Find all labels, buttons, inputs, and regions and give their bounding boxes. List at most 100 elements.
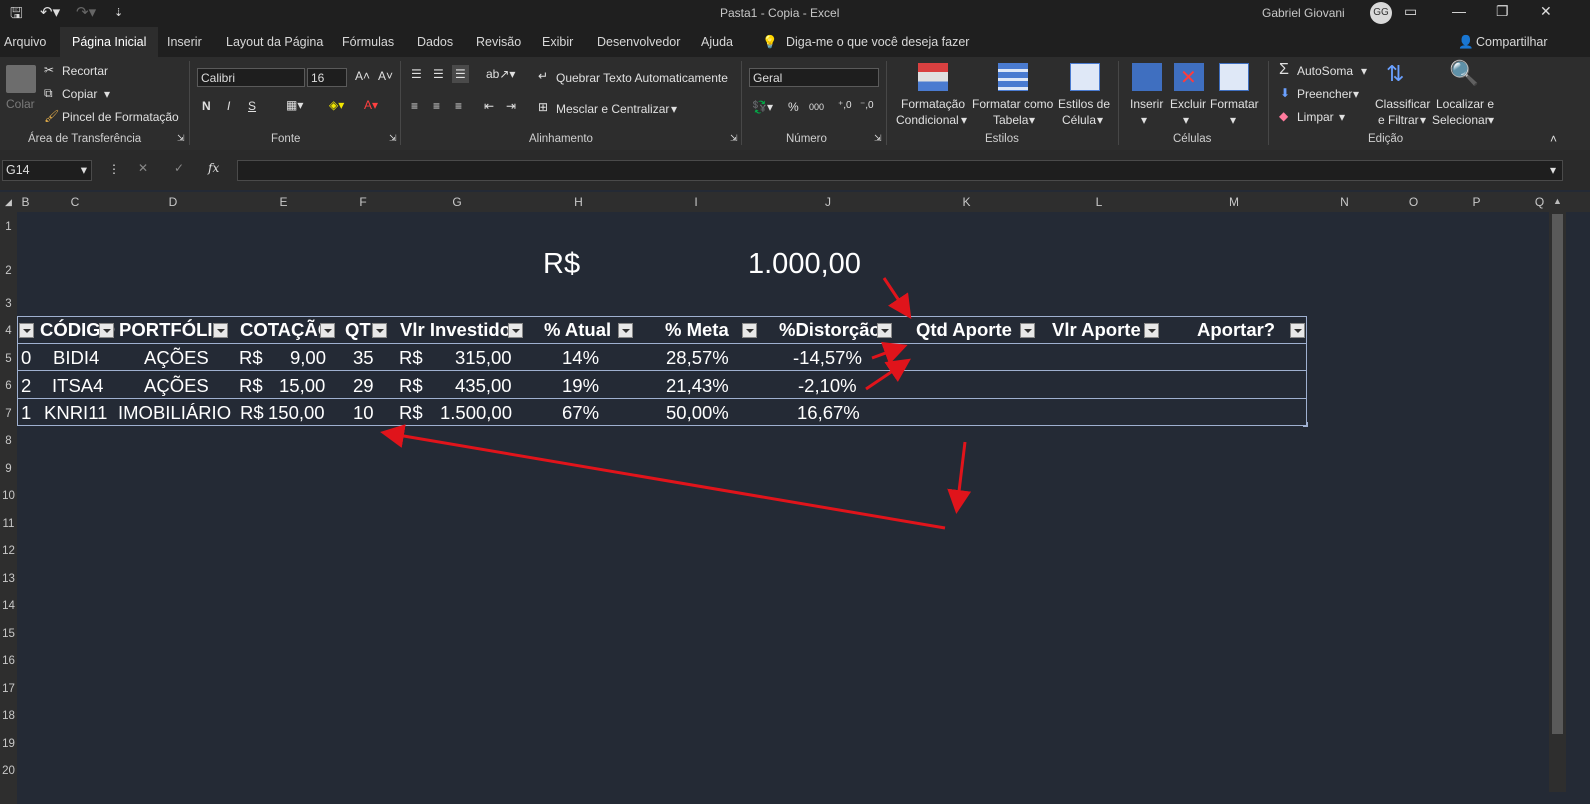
- column-header[interactable]: M: [1161, 195, 1307, 209]
- table-cell-portfolio[interactable]: AÇÕES: [144, 375, 209, 397]
- column-header[interactable]: G: [389, 195, 525, 209]
- chevron-down-icon[interactable]: ▾: [1029, 113, 1035, 127]
- row-header[interactable]: 20: [0, 765, 17, 777]
- increase-indent-icon[interactable]: ⇥: [506, 99, 516, 113]
- dialog-launcher-icon[interactable]: ⇲: [730, 133, 738, 144]
- filter-dropdown-button[interactable]: [213, 323, 228, 338]
- share-button[interactable]: Compartilhar: [1476, 35, 1548, 49]
- row-header[interactable]: 6: [0, 380, 17, 392]
- chevron-down-icon[interactable]: ▾: [1183, 113, 1189, 127]
- insert-cells-icon[interactable]: [1132, 63, 1162, 91]
- brush-icon[interactable]: 🖌: [44, 109, 59, 123]
- chevron-down-icon[interactable]: ▾: [1488, 113, 1494, 127]
- chevron-down-icon[interactable]: ▾: [81, 161, 87, 180]
- tab-desenvolvedor[interactable]: Desenvolvedor: [597, 35, 680, 49]
- currency-icon[interactable]: 💱▾: [752, 100, 773, 114]
- header-qtd-aporte[interactable]: Qtd Aporte: [916, 319, 1012, 341]
- thousands-button[interactable]: 000: [809, 102, 824, 112]
- table-cell-distorcao[interactable]: 16,67%: [797, 402, 860, 424]
- align-right-icon[interactable]: ≡: [455, 99, 462, 113]
- grow-font-icon[interactable]: A˄: [355, 69, 370, 83]
- filter-dropdown-button[interactable]: [320, 323, 335, 338]
- filter-dropdown-button[interactable]: [19, 323, 34, 338]
- sort-filter-button-line2[interactable]: e Filtrar: [1378, 113, 1419, 127]
- merge-center-button[interactable]: Mesclar e Centralizar: [556, 102, 669, 116]
- table-cell-portfolio[interactable]: IMOBILIÁRIO: [118, 402, 231, 424]
- cut-button[interactable]: Recortar: [62, 64, 108, 78]
- table-cell-investido-currency[interactable]: R$: [399, 375, 423, 397]
- column-header[interactable]: D: [116, 195, 230, 209]
- tab-formulas[interactable]: Fórmulas: [342, 35, 394, 49]
- copy-button[interactable]: Copiar: [62, 87, 97, 101]
- header-vlr-investido[interactable]: Vlr Investido: [400, 319, 511, 341]
- scroll-up-icon[interactable]: ▲: [1553, 196, 1562, 206]
- font-name-select[interactable]: Calibri: [197, 68, 305, 87]
- ribbon-display-icon[interactable]: ▭: [1404, 3, 1417, 20]
- table-cell-investido[interactable]: 315,00: [455, 347, 512, 369]
- row-header[interactable]: 1: [0, 221, 17, 233]
- user-name[interactable]: Gabriel Giovani: [1262, 6, 1345, 20]
- tab-dados[interactable]: Dados: [417, 35, 453, 49]
- italic-button[interactable]: I: [227, 99, 230, 113]
- cell-styles-button-line2[interactable]: Célula: [1062, 113, 1096, 127]
- table-cell-atual[interactable]: 14%: [562, 347, 599, 369]
- filter-dropdown-button[interactable]: [618, 323, 633, 338]
- table-cell-distorcao[interactable]: -2,10%: [798, 375, 857, 397]
- enter-icon[interactable]: ✓: [174, 161, 184, 175]
- row-header[interactable]: 3: [0, 298, 17, 310]
- table-cell-qtd[interactable]: 35: [353, 347, 374, 369]
- column-header[interactable]: O: [1382, 195, 1445, 209]
- align-middle-icon[interactable]: ☰: [433, 67, 444, 81]
- filter-dropdown-button[interactable]: [508, 323, 523, 338]
- filter-dropdown-button[interactable]: [742, 323, 757, 338]
- expand-formula-bar-icon[interactable]: ▾: [1550, 163, 1556, 177]
- column-header[interactable]: E: [230, 195, 337, 209]
- chevron-down-icon[interactable]: ▾: [1097, 113, 1103, 127]
- copy-icon[interactable]: ⧉: [44, 86, 53, 101]
- align-left-icon[interactable]: ≡: [411, 99, 418, 113]
- column-header[interactable]: J: [760, 195, 896, 209]
- total-value[interactable]: 1.000,00: [748, 248, 861, 281]
- cancel-icon[interactable]: ✕: [138, 161, 148, 175]
- table-cell-idx[interactable]: 0: [21, 347, 31, 369]
- fill-button[interactable]: Preencher: [1297, 87, 1352, 101]
- decrease-indent-icon[interactable]: ⇤: [484, 99, 494, 113]
- table-cell-meta[interactable]: 21,43%: [666, 375, 729, 397]
- fill-color-icon[interactable]: ◈▾: [329, 98, 344, 112]
- table-cell-investido-currency[interactable]: R$: [399, 347, 423, 369]
- shrink-font-icon[interactable]: A˅: [378, 69, 393, 83]
- increase-decimal-icon[interactable]: ⁺,0: [838, 100, 852, 111]
- cell-styles-icon[interactable]: [1070, 63, 1100, 91]
- sort-filter-icon[interactable]: ⇅: [1386, 61, 1404, 87]
- tab-layout[interactable]: Layout da Página: [226, 35, 323, 49]
- table-cell-atual[interactable]: 67%: [562, 402, 599, 424]
- column-header[interactable]: I: [632, 195, 760, 209]
- row-header[interactable]: 4: [0, 325, 17, 337]
- column-header[interactable]: F: [337, 195, 389, 209]
- column-header[interactable]: H: [525, 195, 632, 209]
- filter-dropdown-button[interactable]: [1020, 323, 1035, 338]
- table-cell-distorcao[interactable]: -14,57%: [793, 347, 862, 369]
- scrollbar-thumb[interactable]: [1552, 214, 1563, 734]
- sort-filter-button[interactable]: Classificar: [1375, 97, 1430, 111]
- scissors-icon[interactable]: ✂: [44, 63, 54, 77]
- format-cells-button[interactable]: Formatar: [1210, 97, 1259, 111]
- table-cell-meta[interactable]: 50,00%: [666, 402, 729, 424]
- tab-arquivo[interactable]: Arquivo: [4, 35, 46, 49]
- table-cell-investido[interactable]: 1.500,00: [440, 402, 512, 424]
- table-cell-atual[interactable]: 19%: [562, 375, 599, 397]
- column-header[interactable]: C: [34, 195, 116, 209]
- autosum-button[interactable]: AutoSoma: [1297, 64, 1353, 78]
- row-header[interactable]: 2: [0, 265, 17, 277]
- tab-revisao[interactable]: Revisão: [476, 35, 521, 49]
- table-cell-meta[interactable]: 28,57%: [666, 347, 729, 369]
- collapse-ribbon-icon[interactable]: ˄: [1550, 132, 1557, 146]
- header-pct-meta[interactable]: % Meta: [665, 319, 729, 341]
- row-header[interactable]: 15: [0, 628, 17, 640]
- total-currency[interactable]: R$: [543, 248, 580, 281]
- minimize-icon[interactable]: —: [1452, 3, 1466, 19]
- tab-pagina-inicial[interactable]: Página Inicial: [60, 27, 159, 57]
- chevron-down-icon[interactable]: ▾: [1230, 113, 1236, 127]
- header-distorcao[interactable]: %Distorção: [779, 319, 881, 341]
- chevron-down-icon[interactable]: ▾: [1353, 87, 1359, 101]
